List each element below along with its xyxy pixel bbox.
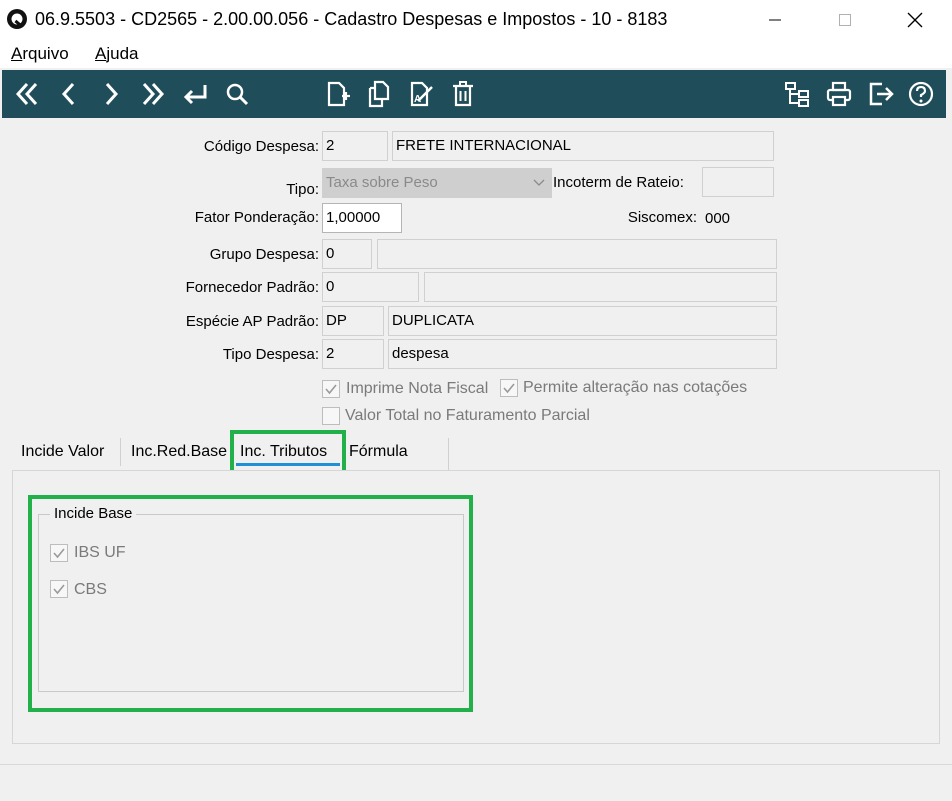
menu-arquivo[interactable]: Arquivo [11, 44, 69, 64]
exit-button[interactable] [864, 78, 898, 110]
tipo-select[interactable]: Taxa sobre Peso [322, 168, 552, 198]
siscomex-field[interactable]: 000 [701, 204, 773, 234]
first-record-icon [15, 82, 38, 106]
app-logo-icon [6, 8, 28, 30]
imprime-nota-label: Imprime Nota Fiscal [346, 380, 489, 397]
maximize-button[interactable] [822, 0, 868, 40]
new-record-button[interactable] [320, 78, 354, 110]
tab-incide-valor[interactable]: Incide Valor [21, 443, 104, 461]
print-icon [826, 81, 852, 107]
especie-ap-description-field[interactable]: DUPLICATA [388, 306, 777, 336]
next-record-icon [105, 82, 119, 106]
incoterm-label: Incoterm de Rateio: [553, 174, 684, 191]
close-button[interactable] [892, 0, 938, 40]
help-icon [908, 81, 934, 107]
valor-total-label: Valor Total no Faturamento Parcial [345, 407, 590, 424]
hierarchy-icon [785, 82, 809, 107]
last-record-button[interactable] [136, 78, 170, 110]
edit-record-button[interactable]: A [404, 78, 438, 110]
window-title: 06.9.5503 - CD2565 - 2.00.00.056 - Cadas… [35, 9, 668, 29]
edit-record-icon: A [410, 81, 433, 107]
toolbar: A [2, 70, 946, 118]
chevron-down-icon [533, 179, 545, 186]
new-record-icon [327, 81, 350, 107]
incide-base-highlight-box [28, 495, 473, 712]
grupo-despesa-description-field[interactable] [377, 239, 777, 269]
incoterm-field[interactable] [702, 167, 774, 197]
imprime-nota-checkbox[interactable] [322, 380, 340, 398]
return-button[interactable] [178, 78, 212, 110]
tab-highlight-box [230, 430, 346, 475]
checkmark-icon [325, 384, 337, 395]
tab-divider [120, 438, 121, 466]
grupo-despesa-code-field[interactable]: 0 [322, 239, 372, 269]
delete-icon [453, 81, 473, 107]
tab-inc-red-base[interactable]: Inc.Red.Base [131, 443, 227, 461]
grupo-despesa-label: Grupo Despesa: [209, 246, 319, 263]
tab-divider [448, 438, 449, 470]
first-record-button[interactable] [10, 78, 44, 110]
search-button[interactable] [220, 78, 254, 110]
svg-text:A: A [414, 94, 421, 105]
fator-ponderacao-label: Fator Ponderação: [194, 209, 319, 226]
tipo-select-value: Taxa sobre Peso [326, 174, 438, 191]
delete-button[interactable] [446, 78, 480, 110]
tipo-despesa-code-field[interactable]: 2 [322, 339, 384, 369]
permite-alteracao-label: Permite alteração nas cotações [523, 379, 748, 396]
fornecedor-padrao-label: Fornecedor Padrão: [185, 279, 319, 296]
codigo-despesa-code-field[interactable]: 2 [322, 131, 388, 161]
fornecedor-padrao-code-field[interactable]: 0 [322, 272, 419, 302]
help-button[interactable] [904, 78, 938, 110]
previous-record-button[interactable] [52, 78, 86, 110]
previous-record-icon [61, 82, 75, 106]
next-record-button[interactable] [94, 78, 128, 110]
exit-icon [869, 82, 894, 106]
menu-bar [0, 40, 952, 68]
tipo-label: Tipo: [286, 181, 319, 198]
codigo-despesa-description-field[interactable]: FRETE INTERNACIONAL [392, 131, 774, 161]
copy-record-icon [368, 80, 390, 108]
print-button[interactable] [822, 78, 856, 110]
checkmark-icon [503, 383, 515, 394]
maximize-icon [839, 14, 851, 26]
last-record-icon [142, 82, 165, 106]
fornecedor-padrao-description-field[interactable] [424, 272, 777, 302]
tipo-despesa-description-field[interactable]: despesa [388, 339, 777, 369]
valor-total-checkbox[interactable] [322, 407, 340, 425]
fator-ponderacao-field[interactable]: 1,00000 [322, 203, 402, 233]
minimize-button[interactable] [752, 0, 798, 40]
status-bar [0, 764, 952, 801]
minimize-icon [769, 19, 781, 21]
hierarchy-button[interactable] [780, 78, 814, 110]
tab-formula[interactable]: Fórmula [349, 443, 408, 461]
siscomex-label: Siscomex: [627, 209, 697, 226]
close-icon [907, 12, 923, 28]
tipo-despesa-label: Tipo Despesa: [222, 346, 319, 363]
permite-alteracao-checkbox[interactable] [500, 379, 518, 397]
search-icon [226, 83, 249, 106]
copy-record-button[interactable] [362, 78, 396, 110]
codigo-despesa-label: Código Despesa: [203, 138, 319, 155]
menu-ajuda[interactable]: Ajuda [95, 44, 138, 64]
especie-ap-code-field[interactable]: DP [322, 306, 384, 336]
return-icon [183, 85, 207, 105]
especie-ap-label: Espécie AP Padrão: [185, 313, 319, 330]
